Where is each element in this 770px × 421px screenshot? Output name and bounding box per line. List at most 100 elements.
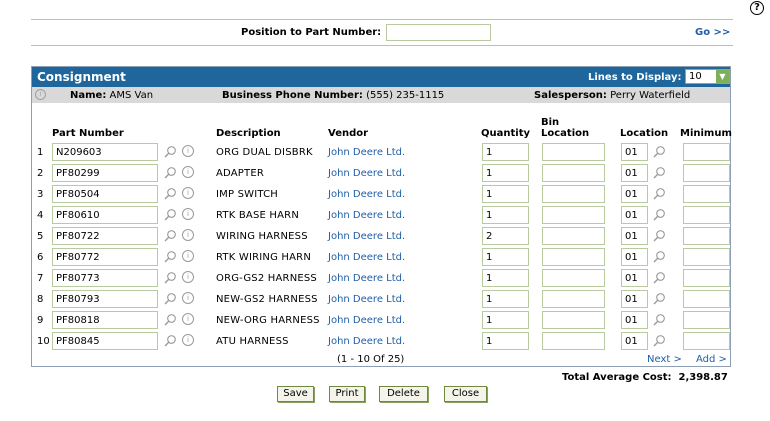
delete-button[interactable]: Delete — [379, 386, 428, 402]
location-input[interactable] — [621, 290, 648, 308]
vendor-link[interactable]: John Deere Ltd. — [328, 315, 405, 326]
info-icon[interactable]: i — [182, 334, 194, 346]
vendor-link[interactable]: John Deere Ltd. — [328, 210, 405, 221]
quantity-input[interactable] — [482, 227, 529, 245]
bin-location-input[interactable] — [542, 185, 605, 203]
info-icon[interactable]: i — [182, 271, 194, 283]
position-part-input[interactable] — [386, 24, 491, 41]
location-input[interactable] — [621, 248, 648, 266]
next-link[interactable]: Next > — [647, 354, 682, 365]
part-number-input[interactable] — [52, 290, 158, 308]
part-number-input[interactable] — [52, 164, 158, 182]
chevron-down-icon[interactable]: ▼ — [716, 70, 729, 83]
info-icon[interactable]: i — [182, 292, 194, 304]
quantity-input[interactable] — [482, 248, 529, 266]
search-icon[interactable] — [652, 271, 666, 285]
vendor-link[interactable]: John Deere Ltd. — [328, 168, 405, 179]
search-icon[interactable] — [163, 250, 177, 264]
search-icon[interactable] — [163, 187, 177, 201]
save-button[interactable]: Save — [277, 386, 314, 402]
bin-location-input[interactable] — [542, 143, 605, 161]
part-number-input[interactable] — [52, 143, 158, 161]
info-icon[interactable]: i — [182, 187, 194, 199]
location-input[interactable] — [621, 227, 648, 245]
close-button[interactable]: Close — [444, 386, 487, 402]
quantity-input[interactable] — [482, 185, 529, 203]
search-icon[interactable] — [163, 145, 177, 159]
quantity-input[interactable] — [482, 269, 529, 287]
vendor-link[interactable]: John Deere Ltd. — [328, 273, 405, 284]
bin-location-input[interactable] — [542, 290, 605, 308]
location-input[interactable] — [621, 311, 648, 329]
part-number-input[interactable] — [52, 206, 158, 224]
search-icon[interactable] — [652, 145, 666, 159]
search-icon[interactable] — [163, 292, 177, 306]
help-icon[interactable]: ? — [750, 1, 764, 15]
info-icon[interactable]: i — [182, 229, 194, 241]
quantity-input[interactable] — [482, 206, 529, 224]
info-icon[interactable]: i — [182, 208, 194, 220]
minimum-input[interactable] — [683, 185, 730, 203]
info-icon[interactable]: i — [182, 250, 194, 262]
vendor-link[interactable]: John Deere Ltd. — [328, 336, 405, 347]
minimum-input[interactable] — [683, 332, 730, 350]
quantity-input[interactable] — [482, 332, 529, 350]
quantity-input[interactable] — [482, 143, 529, 161]
vendor-link[interactable]: John Deere Ltd. — [328, 294, 405, 305]
search-icon[interactable] — [652, 334, 666, 348]
info-icon[interactable]: i — [35, 89, 46, 100]
search-icon[interactable] — [163, 313, 177, 327]
quantity-input[interactable] — [482, 290, 529, 308]
info-icon[interactable]: i — [182, 313, 194, 325]
minimum-input[interactable] — [683, 248, 730, 266]
minimum-input[interactable] — [683, 227, 730, 245]
search-icon[interactable] — [163, 229, 177, 243]
minimum-input[interactable] — [683, 269, 730, 287]
part-number-input[interactable] — [52, 332, 158, 350]
vendor-link[interactable]: John Deere Ltd. — [328, 231, 405, 242]
search-icon[interactable] — [163, 334, 177, 348]
location-input[interactable] — [621, 164, 648, 182]
info-icon[interactable]: i — [182, 166, 194, 178]
part-number-input[interactable] — [52, 227, 158, 245]
vendor-link[interactable]: John Deere Ltd. — [328, 189, 405, 200]
location-input[interactable] — [621, 185, 648, 203]
location-input[interactable] — [621, 143, 648, 161]
part-number-input[interactable] — [52, 269, 158, 287]
lines-to-display-select[interactable]: 10 ▼ — [685, 69, 730, 84]
bin-location-input[interactable] — [542, 164, 605, 182]
minimum-input[interactable] — [683, 290, 730, 308]
bin-location-input[interactable] — [542, 311, 605, 329]
minimum-input[interactable] — [683, 164, 730, 182]
bin-location-input[interactable] — [542, 248, 605, 266]
search-icon[interactable] — [652, 187, 666, 201]
location-input[interactable] — [621, 206, 648, 224]
search-icon[interactable] — [652, 250, 666, 264]
print-button[interactable]: Print — [329, 386, 365, 402]
search-icon[interactable] — [163, 208, 177, 222]
search-icon[interactable] — [163, 271, 177, 285]
search-icon[interactable] — [652, 208, 666, 222]
quantity-input[interactable] — [482, 311, 529, 329]
quantity-input[interactable] — [482, 164, 529, 182]
part-number-input[interactable] — [52, 185, 158, 203]
add-link[interactable]: Add > — [696, 354, 727, 365]
part-number-input[interactable] — [52, 311, 158, 329]
location-input[interactable] — [621, 332, 648, 350]
bin-location-input[interactable] — [542, 269, 605, 287]
minimum-input[interactable] — [683, 311, 730, 329]
part-number-input[interactable] — [52, 248, 158, 266]
bin-location-input[interactable] — [542, 227, 605, 245]
go-link[interactable]: Go >> — [695, 27, 730, 38]
search-icon[interactable] — [652, 292, 666, 306]
vendor-link[interactable]: John Deere Ltd. — [328, 252, 405, 263]
vendor-link[interactable]: John Deere Ltd. — [328, 147, 405, 158]
bin-location-input[interactable] — [542, 206, 605, 224]
minimum-input[interactable] — [683, 206, 730, 224]
bin-location-input[interactable] — [542, 332, 605, 350]
search-icon[interactable] — [652, 313, 666, 327]
search-icon[interactable] — [652, 229, 666, 243]
info-icon[interactable]: i — [182, 145, 194, 157]
search-icon[interactable] — [163, 166, 177, 180]
location-input[interactable] — [621, 269, 648, 287]
